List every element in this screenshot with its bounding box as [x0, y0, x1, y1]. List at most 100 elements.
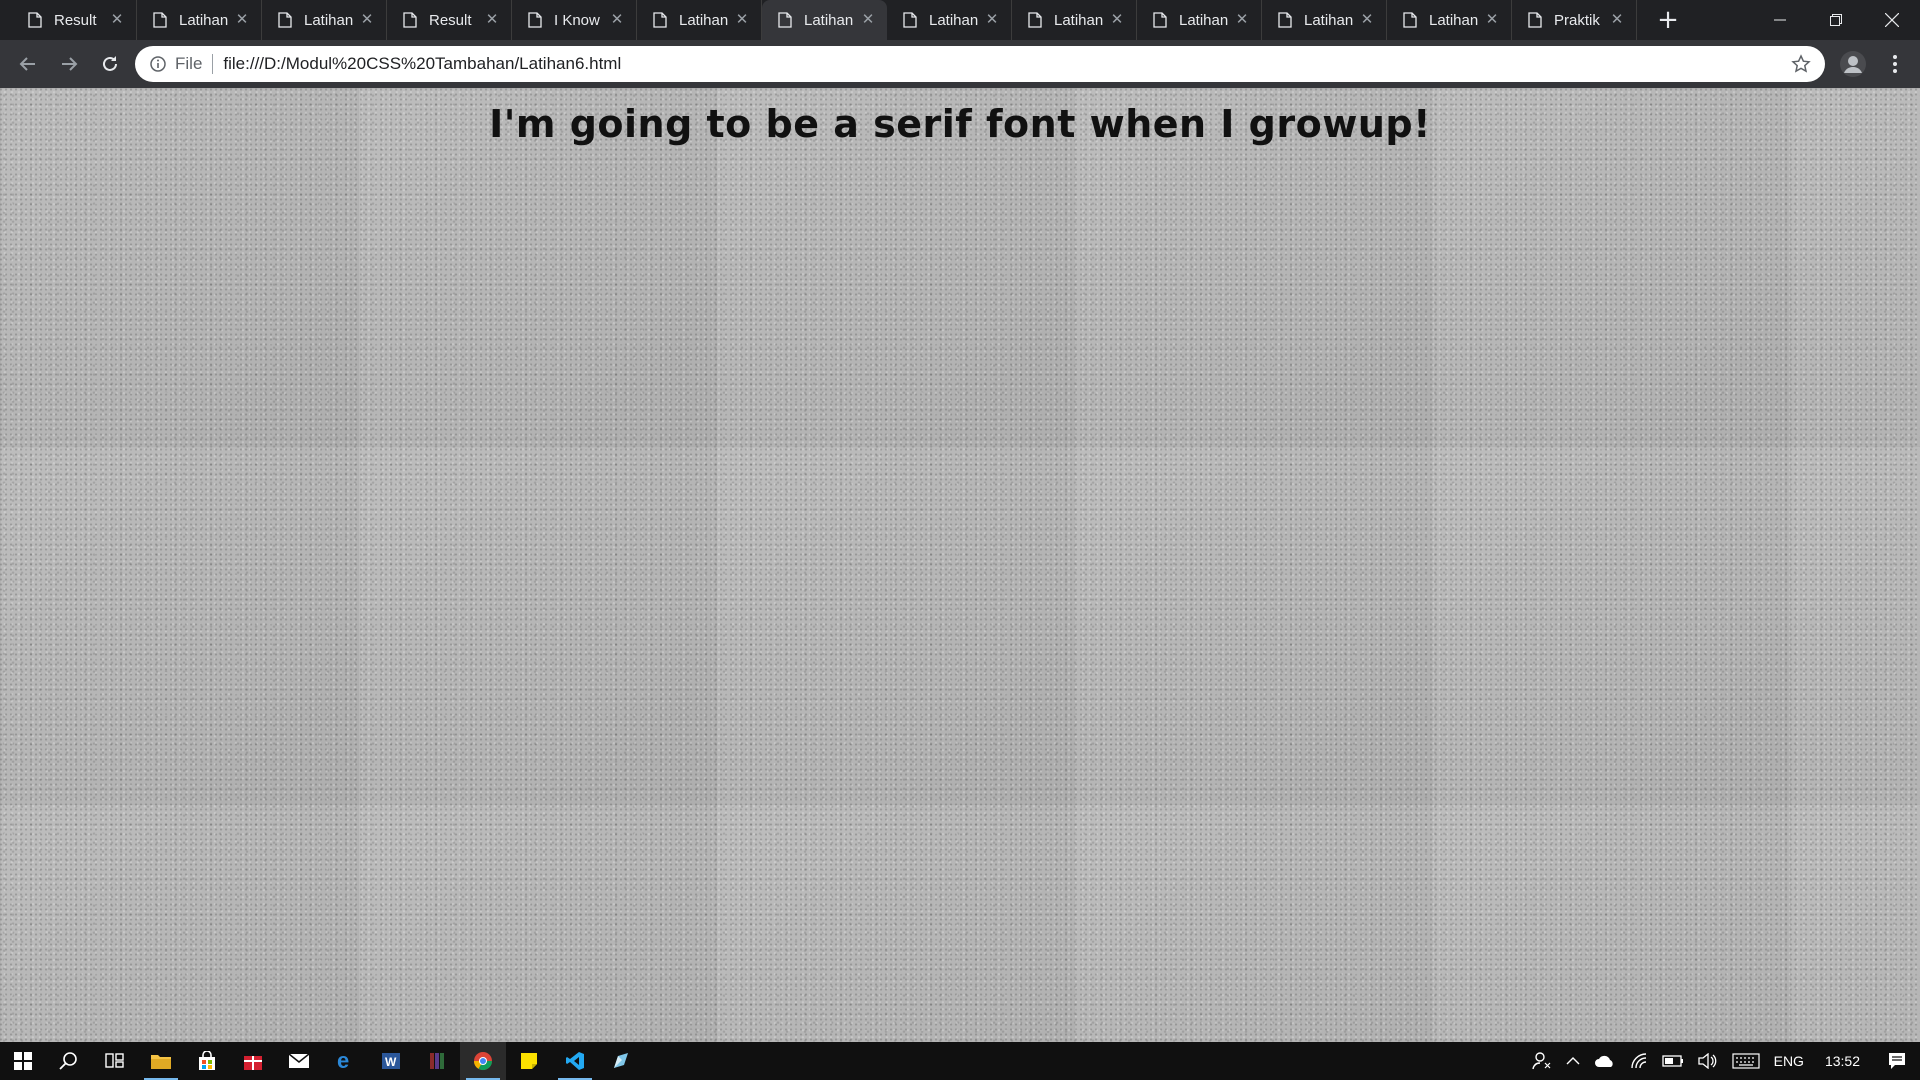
paint-app-button[interactable] [598, 1042, 644, 1080]
browser-menu-button[interactable] [1880, 49, 1910, 79]
url-text[interactable]: file:///D:/Modul%20CSS%20Tambahan/Latiha… [223, 54, 621, 74]
browser-toolbar: File file:///D:/Modul%20CSS%20Tambahan/L… [0, 40, 1920, 88]
browser-tab[interactable]: Latihan ✕ [1262, 0, 1387, 40]
archive-books-icon [430, 1053, 444, 1069]
tab-close-icon[interactable]: ✕ [1608, 11, 1626, 29]
page-icon [1028, 12, 1042, 28]
tab-close-icon[interactable]: ✕ [1358, 11, 1376, 29]
arrow-right-icon [62, 57, 78, 71]
page-icon [1528, 12, 1542, 28]
folder-icon [151, 1055, 171, 1069]
tab-title: Latihan [304, 11, 354, 29]
info-icon[interactable] [149, 55, 167, 73]
notification-icon [1889, 1053, 1905, 1069]
tab-title: Praktik [1554, 11, 1600, 29]
tab-title: Latihan [679, 11, 729, 29]
battery-icon [1661, 1055, 1683, 1067]
tab-close-icon[interactable]: ✕ [108, 11, 126, 29]
page-viewport: I'm going to be a serif font when I grow… [0, 88, 1920, 1042]
tab-close-icon[interactable]: ✕ [733, 11, 751, 29]
restore-icon [1830, 14, 1842, 26]
browser-tab[interactable]: Latihan ✕ [1387, 0, 1512, 40]
browser-tab[interactable]: Latihan ✕ [1137, 0, 1262, 40]
browser-tab[interactable]: I Know ✕ [512, 0, 637, 40]
page-icon [528, 12, 542, 28]
url-scheme-label: File [175, 54, 203, 73]
tab-close-icon[interactable]: ✕ [483, 11, 501, 29]
gift-app-button[interactable] [230, 1042, 276, 1080]
browser-tab[interactable]: Latihan ✕ [887, 0, 1012, 40]
sticky-notes-button[interactable] [506, 1042, 552, 1080]
profile-avatar[interactable] [1838, 49, 1868, 79]
search-icon [59, 1052, 77, 1070]
minimize-icon [1774, 19, 1786, 21]
people-icon [1531, 1052, 1551, 1070]
back-button[interactable] [8, 44, 48, 84]
search-button[interactable] [46, 1042, 92, 1080]
people-button[interactable] [1525, 1042, 1559, 1080]
touch-keyboard-button[interactable] [1725, 1042, 1767, 1080]
page-icon [1278, 12, 1292, 28]
close-window-button[interactable] [1864, 0, 1920, 40]
browser-tab[interactable]: Latihan ✕ [137, 0, 262, 40]
arrow-left-icon [19, 57, 35, 71]
reload-button[interactable] [90, 44, 130, 84]
volume-button[interactable] [1691, 1042, 1725, 1080]
address-separator [212, 54, 214, 74]
tab-close-icon[interactable]: ✕ [358, 11, 376, 29]
battery-button[interactable] [1655, 1042, 1691, 1080]
page-icon [153, 12, 167, 28]
minimize-button[interactable] [1752, 0, 1808, 40]
store-bag-icon [199, 1051, 215, 1070]
tab-title: Latihan [804, 11, 854, 29]
edge-button[interactable]: e [322, 1042, 368, 1080]
tab-close-icon[interactable]: ✕ [983, 11, 1001, 29]
store-button[interactable] [184, 1042, 230, 1080]
tab-close-icon[interactable]: ✕ [233, 11, 251, 29]
tab-title: Latihan [1304, 11, 1354, 29]
browser-tab[interactable]: Latihan ✕ [262, 0, 387, 40]
tab-close-icon[interactable]: ✕ [608, 11, 626, 29]
file-explorer-button[interactable] [138, 1042, 184, 1080]
browser-tab[interactable]: Praktik ✕ [1512, 0, 1637, 40]
archive-app-button[interactable] [414, 1042, 460, 1080]
chevron-up-icon [1566, 1057, 1580, 1065]
restore-button[interactable] [1808, 0, 1864, 40]
address-bar[interactable]: File file:///D:/Modul%20CSS%20Tambahan/L… [135, 46, 1825, 82]
svg-text:W: W [385, 1055, 397, 1069]
forward-button[interactable] [49, 44, 89, 84]
word-button[interactable]: W [368, 1042, 414, 1080]
tab-close-icon[interactable]: ✕ [1233, 11, 1251, 29]
reload-icon [103, 56, 117, 71]
task-view-button[interactable] [92, 1042, 138, 1080]
mail-button[interactable] [276, 1042, 322, 1080]
network-button[interactable] [1623, 1042, 1655, 1080]
page-icon [1403, 12, 1417, 28]
edge-browser-icon: e [337, 1051, 349, 1071]
system-tray: ENG 13:52 [1525, 1042, 1920, 1080]
vertical-dots-icon [1893, 55, 1897, 73]
onedrive-button[interactable] [1587, 1042, 1623, 1080]
word-icon: W [382, 1053, 400, 1069]
tab-list: Result ✕ Latihan ✕ Latihan ✕ Result ✕ I Know ✕ Lat… [0, 0, 1637, 40]
tab-close-icon[interactable]: ✕ [1108, 11, 1126, 29]
browser-tab[interactable]: Result ✕ [387, 0, 512, 40]
clock[interactable]: 13:52 [1811, 1042, 1874, 1080]
new-tab-button[interactable]: + [1651, 3, 1685, 37]
chrome-button[interactable] [460, 1042, 506, 1080]
language-indicator[interactable]: ENG [1767, 1042, 1811, 1080]
tab-close-icon[interactable]: ✕ [859, 11, 877, 29]
bookmark-star-icon[interactable] [1791, 54, 1811, 74]
browser-tab[interactable]: Latihan ✕ [762, 0, 887, 40]
browser-tab[interactable]: Latihan ✕ [1012, 0, 1137, 40]
browser-tab[interactable]: Latihan ✕ [637, 0, 762, 40]
tab-title: I Know [554, 11, 600, 29]
action-center-button[interactable] [1874, 1042, 1920, 1080]
tab-title: Latihan [929, 11, 979, 29]
vscode-button[interactable] [552, 1042, 598, 1080]
start-button[interactable] [0, 1042, 46, 1080]
browser-tab[interactable]: Result ✕ [12, 0, 137, 40]
show-hidden-icons-button[interactable] [1559, 1042, 1587, 1080]
tab-close-icon[interactable]: ✕ [1483, 11, 1501, 29]
incognito-avatar-icon [1840, 51, 1866, 77]
